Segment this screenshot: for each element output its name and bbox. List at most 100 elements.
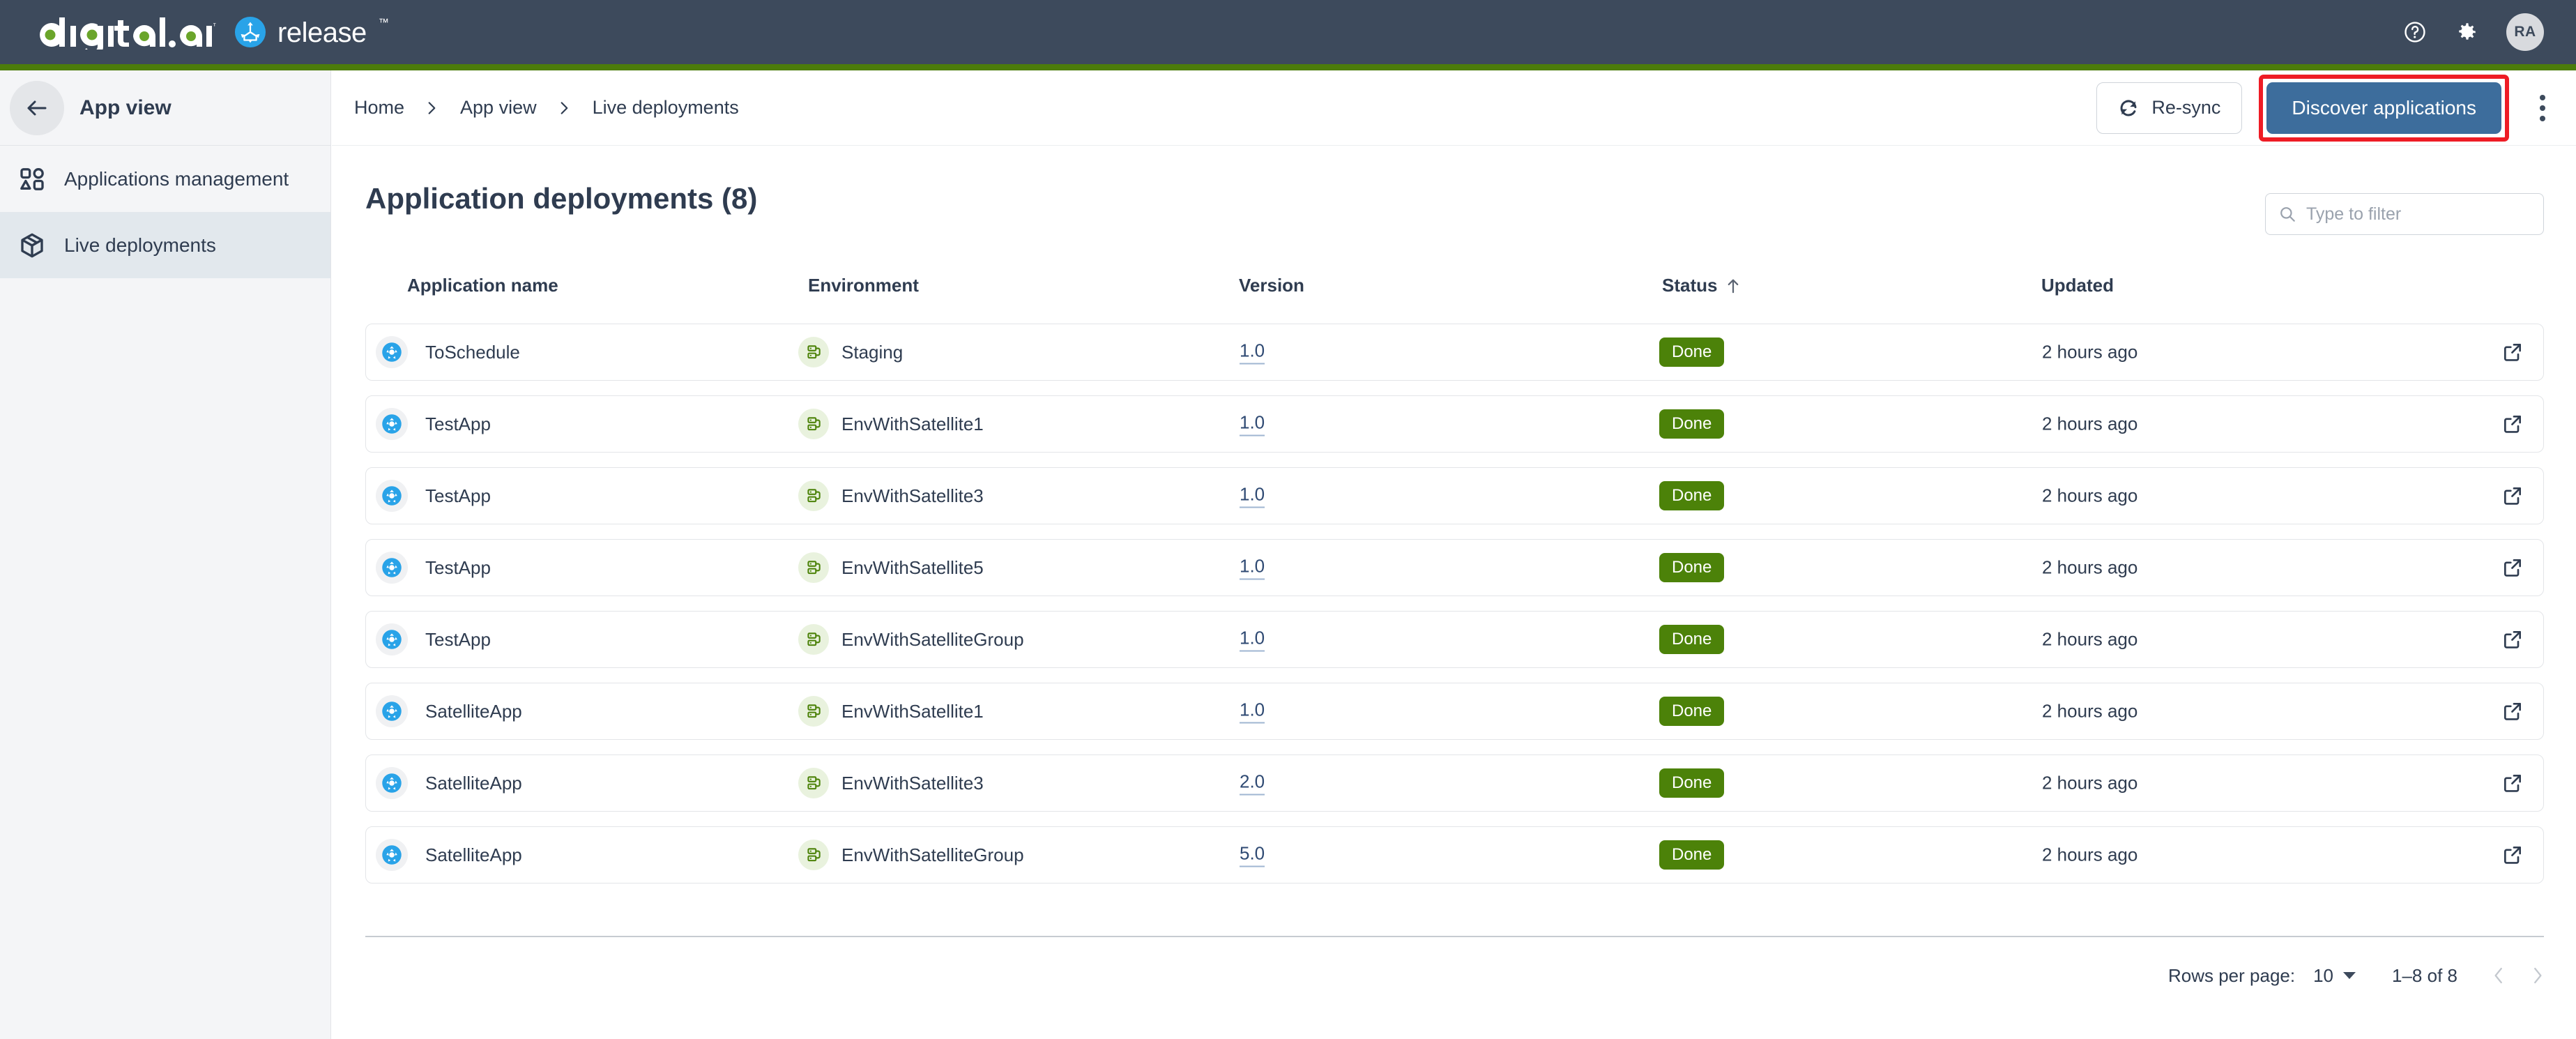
- cell-updated: 2 hours ago: [2042, 557, 2137, 579]
- table-row[interactable]: SatelliteApp EnvWithSatelliteGroup 5.0 Done…: [365, 826, 2544, 883]
- version-link[interactable]: 1.0: [1240, 412, 1265, 437]
- open-external-link-button[interactable]: [2501, 556, 2524, 579]
- toolbar-actions: Re-sync Discover applications: [2096, 74, 2558, 142]
- environment-server-icon: [798, 768, 829, 798]
- top-header-bar: ™ release ™: [0, 0, 2576, 64]
- chevron-down-icon: [2343, 972, 2356, 979]
- status-badge: Done: [1659, 338, 1725, 367]
- release-trademark: ™: [378, 16, 389, 29]
- deployment-app-icon: [376, 623, 408, 655]
- rows-per-page-select[interactable]: 10: [2313, 965, 2356, 987]
- table-row[interactable]: SatelliteApp EnvWithSatellite1 1.0 Done 2 ho…: [365, 683, 2544, 740]
- column-header-environment[interactable]: Environment: [808, 275, 919, 296]
- open-external-link-button[interactable]: [2501, 413, 2524, 435]
- sidebar-item-label: Applications management: [64, 167, 289, 190]
- column-header-application-name[interactable]: Application name: [407, 275, 558, 296]
- resync-button[interactable]: Re-sync: [2096, 82, 2243, 134]
- cell-environment: Staging: [798, 337, 903, 367]
- environment-server-icon: [798, 409, 829, 439]
- column-header-updated[interactable]: Updated: [2041, 275, 2114, 296]
- filter-field[interactable]: [2265, 193, 2544, 235]
- digitalai-logo[interactable]: ™: [36, 15, 216, 50]
- release-logo[interactable]: release ™: [234, 16, 389, 48]
- deployment-app-icon: [376, 336, 408, 368]
- table-row[interactable]: SatelliteApp EnvWithSatellite3 2.0 Done 2 ho…: [365, 754, 2544, 812]
- chevron-left-icon[interactable]: [2491, 965, 2506, 986]
- cell-version: 2.0: [1240, 771, 1265, 796]
- open-external-link-button[interactable]: [2501, 628, 2524, 651]
- search-input[interactable]: [2306, 204, 2531, 225]
- updated-text: 2 hours ago: [2042, 413, 2138, 434]
- table-row[interactable]: ToSchedule Staging 1.0 Done 2 hours ago: [365, 324, 2544, 381]
- cell-application-name: SatelliteApp: [376, 767, 522, 799]
- cell-status: Done: [1659, 697, 1725, 726]
- table-row[interactable]: TestApp EnvWithSatelliteGroup 1.0 Done 2 hou…: [365, 611, 2544, 668]
- svg-text:™: ™: [213, 22, 216, 31]
- version-link[interactable]: 1.0: [1240, 484, 1265, 508]
- open-external-link-button[interactable]: [2501, 341, 2524, 363]
- sidebar-item-applications-management[interactable]: Applications management: [0, 146, 330, 212]
- column-header-version[interactable]: Version: [1239, 275, 1304, 296]
- status-badge: Done: [1659, 481, 1725, 510]
- shapes-icon: [20, 167, 44, 190]
- deployment-app-icon: [376, 552, 408, 584]
- more-vertical-icon[interactable]: [2527, 89, 2558, 127]
- breadcrumb-item-live-deployments[interactable]: Live deployments: [593, 97, 739, 119]
- cell-status: Done: [1659, 768, 1725, 798]
- chevron-right-icon: [428, 101, 436, 114]
- back-button[interactable]: [10, 80, 64, 135]
- cell-application-name: SatelliteApp: [376, 839, 522, 871]
- user-avatar[interactable]: RA: [2506, 13, 2544, 51]
- brand-logo-group[interactable]: ™ release ™: [36, 15, 389, 50]
- cell-version: 5.0: [1240, 843, 1265, 867]
- environment-server-icon: [798, 337, 829, 367]
- chevron-right-icon[interactable]: [2530, 965, 2545, 986]
- environment-server-icon: [798, 480, 829, 511]
- version-link[interactable]: 1.0: [1240, 628, 1265, 652]
- table-row[interactable]: TestApp EnvWithSatellite5 1.0 Done 2 hours a…: [365, 539, 2544, 596]
- column-header-status[interactable]: Status: [1662, 275, 1741, 296]
- version-link[interactable]: 2.0: [1240, 771, 1265, 796]
- discover-applications-button[interactable]: Discover applications: [2266, 82, 2501, 134]
- application-name-text: TestApp: [425, 556, 491, 578]
- table-bottom-divider: [365, 936, 2544, 937]
- table-row[interactable]: TestApp EnvWithSatellite1 1.0 Done 2 hours a…: [365, 395, 2544, 453]
- open-external-link-button[interactable]: [2501, 485, 2524, 507]
- deployment-app-icon: [376, 480, 408, 512]
- breadcrumb-item-home[interactable]: Home: [354, 97, 404, 119]
- environment-text: EnvWithSatellite1: [841, 413, 984, 434]
- kebab-dot: [2540, 94, 2545, 100]
- table-row[interactable]: TestApp EnvWithSatellite3 1.0 Done 2 hours a…: [365, 467, 2544, 524]
- resync-label: Re-sync: [2151, 97, 2221, 118]
- green-accent-bar: [0, 64, 2576, 70]
- updated-text: 2 hours ago: [2042, 772, 2138, 794]
- sidebar-back-app-view[interactable]: App view: [0, 70, 330, 146]
- main-content: Application deployments (8) Application …: [332, 146, 2576, 1039]
- version-link[interactable]: 5.0: [1240, 843, 1265, 867]
- sidebar: App view Applications management Live de…: [0, 70, 331, 1039]
- rows-per-page-label: Rows per page:: [2167, 964, 2296, 986]
- application-name-text: SatelliteApp: [425, 700, 522, 722]
- cell-updated: 2 hours ago: [2042, 342, 2137, 363]
- release-wordmark: release: [277, 17, 367, 48]
- cell-updated: 2 hours ago: [2042, 701, 2137, 722]
- pagination-bar: Rows per page: 10 1–8 of 8: [2168, 955, 2545, 996]
- breadcrumb-item-app-view[interactable]: App view: [460, 97, 537, 119]
- version-link[interactable]: 1.0: [1240, 556, 1265, 580]
- cell-version: 1.0: [1240, 412, 1265, 437]
- open-external-link-button[interactable]: [2501, 700, 2524, 722]
- cell-updated: 2 hours ago: [2042, 485, 2137, 507]
- cell-application-name: ToSchedule: [376, 336, 520, 368]
- sidebar-item-live-deployments[interactable]: Live deployments: [0, 212, 330, 278]
- version-link[interactable]: 1.0: [1240, 340, 1265, 365]
- environment-server-icon: [798, 552, 829, 583]
- version-link[interactable]: 1.0: [1240, 699, 1265, 724]
- environment-server-icon: [798, 840, 829, 870]
- cell-status: Done: [1659, 840, 1725, 870]
- search-icon: [2280, 207, 2295, 222]
- gear-icon[interactable]: [2455, 20, 2478, 44]
- open-external-link-button[interactable]: [2501, 772, 2524, 794]
- open-external-link-button[interactable]: [2501, 844, 2524, 866]
- help-circle-icon[interactable]: [2403, 20, 2427, 44]
- kebab-dot: [2540, 105, 2545, 111]
